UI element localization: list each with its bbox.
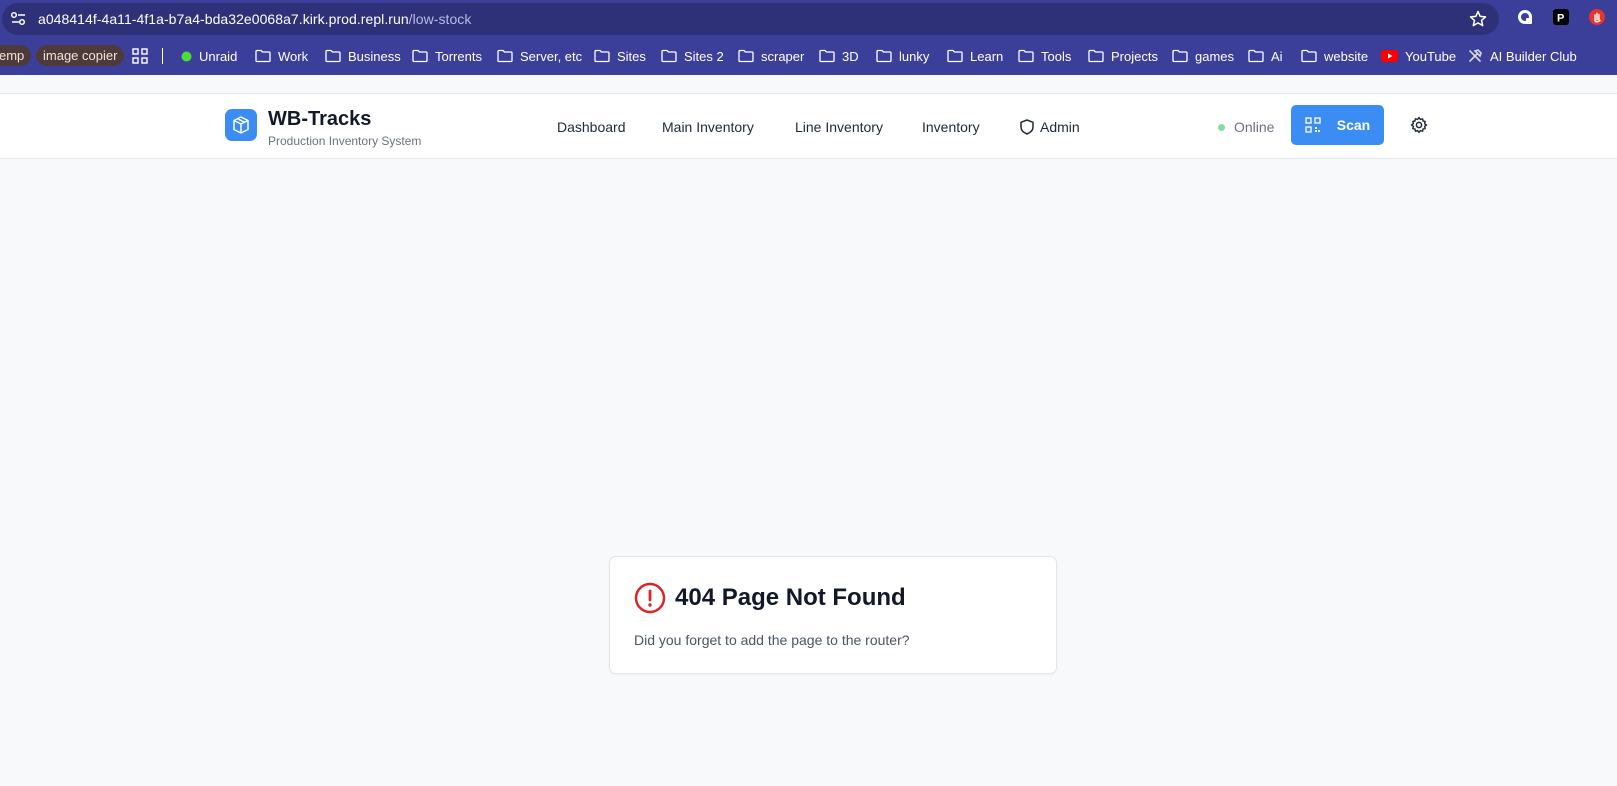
bookmark-folder-games[interactable]: games — [1172, 44, 1234, 68]
app-logo[interactable] — [225, 109, 257, 141]
bookmark-folder-business[interactable]: Business — [325, 44, 401, 68]
nav-main-inventory[interactable]: Main Inventory — [662, 119, 754, 135]
bookmark-label: Sites 2 — [684, 48, 724, 64]
bookmark-pill-emp[interactable]: emp — [0, 45, 32, 66]
bookmark-folder-torrents[interactable]: Torrents — [412, 44, 482, 68]
bookmark-label: emp — [0, 48, 25, 63]
bookmark-folder-tools[interactable]: Tools — [1018, 44, 1071, 68]
folder-icon — [1248, 49, 1264, 63]
bookmark-folder-scraper[interactable]: scraper — [738, 44, 804, 68]
bookmark-folder-learn[interactable]: Learn — [947, 44, 1003, 68]
not-found-card: 404 Page Not Found Did you forget to add… — [609, 556, 1057, 674]
bookmark-label: Projects — [1111, 48, 1158, 64]
youtube-icon — [1381, 50, 1398, 62]
error-title: 404 Page Not Found — [675, 584, 906, 611]
folder-icon — [1301, 49, 1317, 63]
nav-admin[interactable]: Admin — [1020, 119, 1080, 135]
green-dot-icon — [181, 51, 192, 61]
password-manager-extension-icon[interactable] — [1517, 9, 1533, 25]
status-dot — [1218, 123, 1225, 131]
bookmark-folder-lunky[interactable]: lunky — [876, 44, 929, 68]
bookmark-folder-website[interactable]: website — [1301, 44, 1368, 68]
hand-extension-icon[interactable] — [1589, 9, 1605, 25]
bookmark-label: Business — [348, 48, 401, 64]
folder-icon — [594, 49, 610, 63]
gear-icon[interactable] — [1410, 116, 1428, 134]
folder-icon — [412, 49, 428, 63]
folder-icon — [325, 49, 341, 63]
qr-code-icon — [1305, 117, 1321, 133]
nav-line-inventory[interactable]: Line Inventory — [795, 119, 883, 135]
bookmark-folder-projects[interactable]: Projects — [1088, 44, 1158, 68]
bookmark-label: Learn — [970, 48, 1004, 64]
url-host: a048414f-4a11-4f1a-b7a4-bda32e0068a7.kir… — [38, 11, 409, 27]
folder-icon — [819, 49, 835, 63]
folder-icon — [947, 49, 963, 63]
bookmark-youtube[interactable]: YouTube — [1381, 44, 1456, 68]
folder-icon — [1088, 49, 1104, 63]
bookmark-label: YouTube — [1405, 48, 1457, 64]
bookmark-label: Work — [278, 48, 309, 64]
error-message: Did you forget to add the page to the ro… — [634, 632, 910, 648]
bookmark-label: 3D — [842, 48, 859, 64]
shield-icon — [1020, 119, 1034, 135]
bookmark-ai-builder-club[interactable]: AI Builder Club — [1467, 44, 1577, 68]
hammer-wrench-icon — [1469, 49, 1482, 62]
p-extension-icon[interactable]: P — [1553, 9, 1569, 25]
bookmark-folder-ai[interactable]: Ai — [1248, 44, 1283, 68]
folder-icon — [1172, 49, 1188, 63]
bookmark-unraid[interactable]: Unraid — [181, 44, 237, 68]
bookmark-folder-server-etc[interactable]: Server, etc — [497, 44, 582, 68]
folder-icon — [738, 49, 754, 63]
folder-icon — [1018, 49, 1034, 63]
apps-grid-icon[interactable] — [132, 44, 155, 68]
bookmark-star-icon[interactable] — [1468, 9, 1488, 29]
bookmark-label: Torrents — [435, 48, 482, 64]
bookmark-folder-3d[interactable]: 3D — [819, 44, 859, 68]
svg-text:P: P — [1557, 13, 1564, 25]
bookmark-label: Unraid — [199, 48, 238, 64]
bookmark-label: AI Builder Club — [1490, 48, 1577, 64]
bookmark-pill-image-copier[interactable]: image copier — [36, 45, 125, 66]
app-title[interactable]: WB-Tracks — [268, 108, 371, 131]
bookmark-folder-work[interactable]: Work — [255, 44, 308, 68]
bookmark-label: lunky — [899, 48, 930, 64]
scan-button[interactable]: Scan — [1291, 105, 1384, 145]
bookmarks-bar: emp image copier Unraid Work Business To… — [0, 44, 1617, 68]
package-icon — [233, 116, 249, 134]
nav-dashboard[interactable]: Dashboard — [557, 119, 626, 135]
nav-label: Main Inventory — [662, 119, 754, 135]
nav-label: Inventory — [922, 119, 980, 135]
bookmark-label: image copier — [43, 48, 118, 63]
bookmark-label: games — [1195, 48, 1235, 64]
bookmark-folder-sites-2[interactable]: Sites 2 — [661, 44, 724, 68]
url-path: /low-stock — [408, 11, 472, 27]
site-info-icon[interactable] — [8, 9, 30, 29]
folder-icon — [661, 49, 677, 63]
bookmark-label: scraper — [761, 48, 805, 64]
bookmark-label: Ai — [1271, 48, 1283, 64]
online-status: Online — [1218, 119, 1274, 135]
bookmark-label: website — [1324, 48, 1369, 64]
scan-label: Scan — [1336, 117, 1371, 133]
bookmark-label: Tools — [1041, 48, 1072, 64]
folder-icon — [497, 49, 513, 63]
app-header: WB-Tracks Production Inventory System Da… — [0, 93, 1617, 159]
bookmark-label: Sites — [617, 48, 646, 64]
app-subtitle: Production Inventory System — [268, 134, 422, 148]
nav-inventory[interactable]: Inventory — [922, 119, 980, 135]
folder-icon — [255, 49, 271, 63]
alert-circle-icon — [634, 582, 666, 614]
address-bar[interactable]: a048414f-4a11-4f1a-b7a4-bda32e0068a7.kir… — [2, 3, 1499, 35]
nav-label: Line Inventory — [795, 119, 883, 135]
status-label: Online — [1234, 119, 1275, 135]
folder-icon — [876, 49, 892, 63]
bookmark-label: Server, etc — [520, 48, 583, 64]
browser-chrome: a048414f-4a11-4f1a-b7a4-bda32e0068a7.kir… — [0, 0, 1617, 75]
nav-label: Admin — [1040, 119, 1080, 135]
nav-label: Dashboard — [557, 119, 626, 135]
url-text[interactable]: a048414f-4a11-4f1a-b7a4-bda32e0068a7.kir… — [38, 11, 471, 27]
bookmark-folder-sites[interactable]: Sites — [594, 44, 646, 68]
